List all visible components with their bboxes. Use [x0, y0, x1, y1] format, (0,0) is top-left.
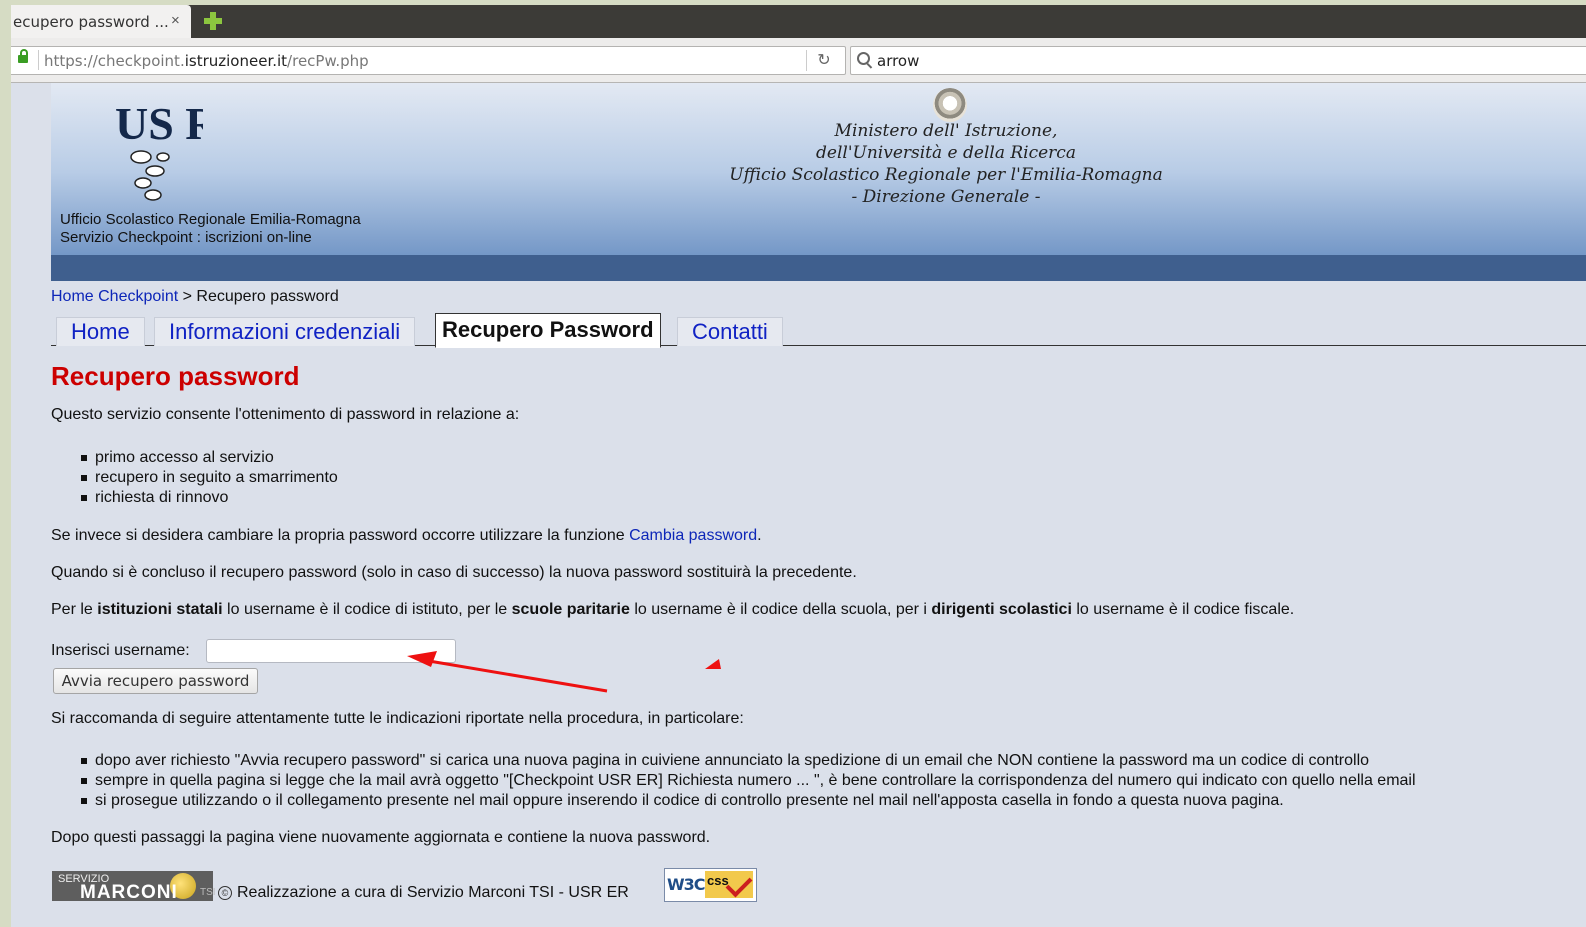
usr-logo-icon: US R [115, 98, 203, 201]
ministry-line2: dell'Università e della Ricerca [816, 143, 1076, 163]
reasons-list: primo accesso al servizio recupero in se… [81, 448, 338, 508]
site-name-line2: Servizio Checkpoint : iscrizioni on-line [60, 229, 312, 246]
list-item: dopo aver richiesto "Avvia recupero pass… [81, 751, 1416, 771]
w3c-text: W3C [667, 871, 706, 898]
page-title: Recupero password [51, 361, 300, 391]
list-item: richiesta di rinnovo [81, 488, 338, 508]
list-item: sempre in quella pagina si legge che la … [81, 771, 1416, 791]
search-icon [857, 52, 870, 65]
cambia-password-link[interactable]: Cambia password [629, 527, 757, 544]
logo-text: US R [115, 98, 203, 149]
ministry-line1: Ministero dell' Istruzione, [834, 121, 1058, 141]
w3c-css-badge[interactable]: W3C css [664, 868, 757, 902]
list-item: recupero in seguito a smarrimento [81, 468, 338, 488]
after-text: Dopo questi passaggi la pagina viene nuo… [51, 829, 711, 846]
tab-recupero-password[interactable]: Recupero Password [435, 313, 661, 348]
site-name-line1: Ufficio Scolastico Regionale Emilia-Roma… [60, 211, 361, 228]
recommendation-text: Si raccomanda di seguire attentamente tu… [51, 710, 744, 727]
italian-emblem-icon [933, 88, 967, 122]
credit-text: Realizzazione a cura di Servizio Marconi… [237, 884, 629, 901]
copyright-icon: © [218, 886, 232, 900]
tab-contatti[interactable]: Contatti [677, 317, 783, 346]
username-label: Inserisci username: [51, 642, 190, 659]
annotation-mark-icon [705, 659, 721, 669]
new-tab-icon[interactable] [201, 9, 225, 33]
reload-icon[interactable]: ↻ [806, 50, 841, 71]
url-text: https://checkpoint.istruzioneer.it/recPw… [44, 52, 369, 70]
tab-title: ecupero password ... [13, 13, 169, 31]
tab-home[interactable]: Home [56, 317, 145, 346]
lock-icon [18, 49, 28, 63]
url-bar[interactable]: https://checkpoint.istruzioneer.it/recPw… [11, 46, 846, 75]
change-password-text: Se invece si desidera cambiare la propri… [51, 527, 762, 544]
username-rules: Per le istituzioni statali lo username è… [51, 601, 1295, 618]
logo-big-text: MARCONI [80, 882, 178, 903]
site-name: Ufficio Scolastico Regionale Emilia-Roma… [60, 211, 361, 247]
steps-list: dopo aver richiesto "Avvia recupero pass… [81, 751, 1416, 811]
tab-informazioni-credenziali[interactable]: Informazioni credenziali [154, 317, 416, 346]
username-input[interactable] [206, 639, 456, 663]
list-item: si prosegue utilizzando o il collegament… [81, 791, 1416, 811]
annotation-arrow-line [428, 659, 608, 693]
breadcrumb-home-link[interactable]: Home Checkpoint [51, 288, 178, 305]
close-tab-icon[interactable]: × [171, 12, 180, 29]
ministry-line3: Ufficio Scolastico Regionale per l'Emili… [729, 165, 1163, 185]
tab-bar: ecupero password ... × [11, 5, 1586, 38]
ministry-line4: - Direzione Generale - [851, 187, 1041, 207]
web-page: US R Ufficio Scolastico Regionale Emilia… [11, 83, 1586, 927]
main-menu: Home Informazioni credenziali Recupero P… [51, 311, 1586, 348]
breadcrumb: Home Checkpoint > Recupero password [51, 288, 339, 306]
intro-text: Questo servizio consente l'ottenimento d… [51, 406, 520, 423]
servizio-marconi-logo: SERVIZIO MARCONI TSI [52, 871, 216, 903]
ministry-heading: Ministero dell' Istruzione, dell'Univers… [701, 120, 1191, 208]
desktop-edge [0, 0, 11, 927]
breadcrumb-current: > Recupero password [182, 288, 339, 305]
tab-recupero-password[interactable]: ecupero password ... × [11, 5, 191, 38]
url-separator [38, 50, 39, 70]
replacement-note: Quando si è concluso il recupero passwor… [51, 564, 857, 581]
list-item: primo accesso al servizio [81, 448, 338, 468]
logo-tsi-text: TSI [200, 887, 216, 898]
search-input-value[interactable]: arrow [877, 52, 919, 70]
header-strip [51, 255, 1586, 281]
avvia-recupero-button[interactable]: Avvia recupero password [53, 668, 258, 694]
search-bar[interactable]: arrow [850, 46, 1586, 75]
browser-window: ecupero password ... × https://checkpoin… [11, 5, 1586, 927]
navigation-bar: https://checkpoint.istruzioneer.it/recPw… [11, 38, 1586, 83]
